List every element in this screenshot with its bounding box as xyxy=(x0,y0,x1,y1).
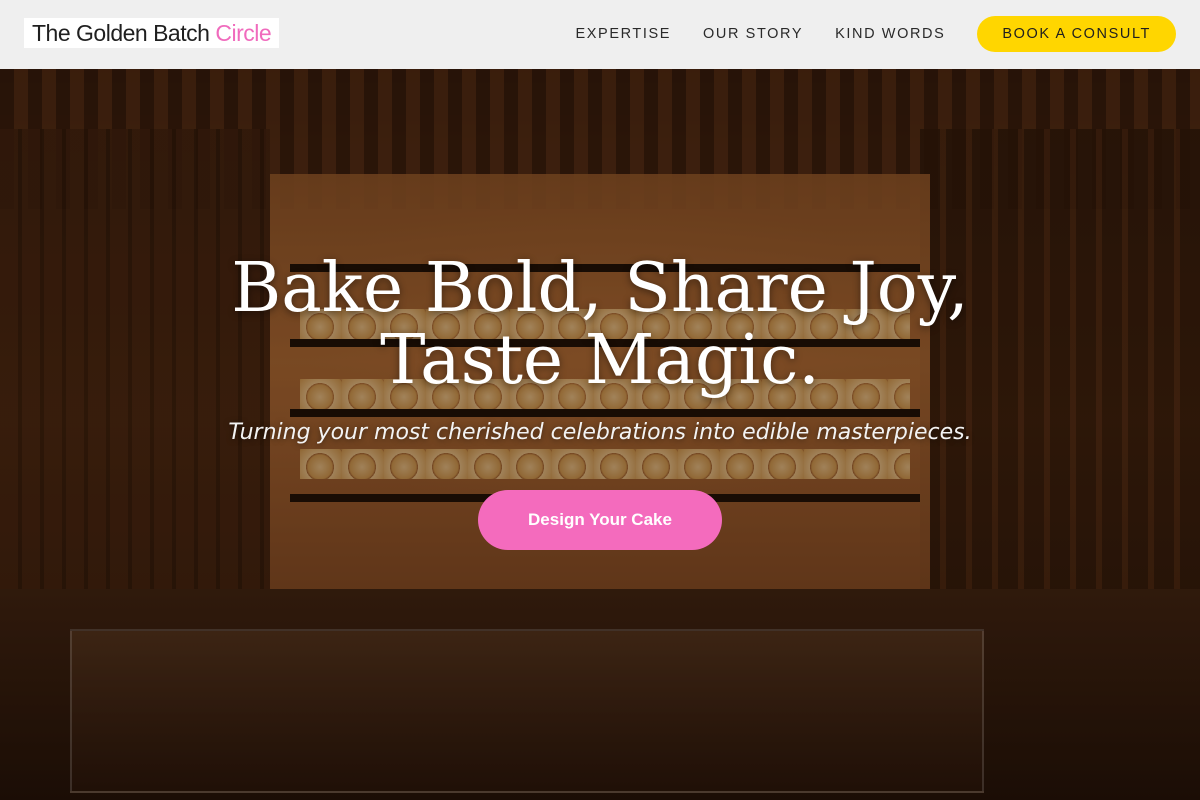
design-your-cake-button[interactable]: Design Your Cake xyxy=(478,490,722,550)
nav-link-expertise[interactable]: EXPERTISE xyxy=(576,16,672,52)
nav-link-kind-words[interactable]: KIND WORDS xyxy=(835,16,945,52)
brand-name-accent: Circle xyxy=(215,19,272,46)
brand-logo[interactable]: The Golden Batch Circle xyxy=(24,18,280,48)
hero-section: Bake Bold, Share Joy, Taste Magic. Turni… xyxy=(0,69,1200,800)
nav-link-our-story[interactable]: OUR STORY xyxy=(703,16,803,52)
hero-title-line-1: Bake Bold, Share Joy, xyxy=(231,249,969,328)
hero-title-line-2: Taste Magic. xyxy=(380,321,820,400)
hero-subtitle: Turning your most cherished celebrations… xyxy=(228,420,972,445)
brand-name-main: The Golden Batch xyxy=(32,19,210,46)
nav-links: EXPERTISE OUR STORY KIND WORDS BOOK A CO… xyxy=(576,16,1176,52)
hero-content: Bake Bold, Share Joy, Taste Magic. Turni… xyxy=(0,69,1200,800)
top-navbar: The Golden Batch Circle EXPERTISE OUR ST… xyxy=(0,0,1200,69)
hero-title: Bake Bold, Share Joy, Taste Magic. xyxy=(150,253,1050,397)
book-consult-button[interactable]: BOOK A CONSULT xyxy=(977,16,1176,52)
